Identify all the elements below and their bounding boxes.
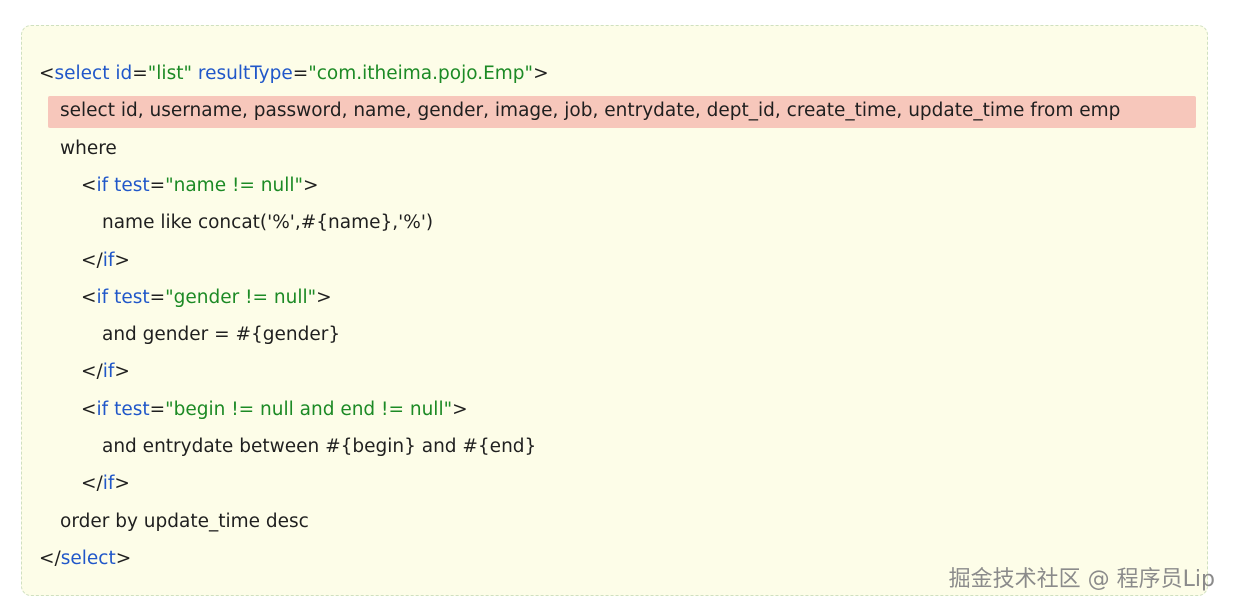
code-token-plain: >	[316, 286, 332, 308]
code-token-str: "name != null"	[165, 174, 304, 196]
code-token-plain: and entrydate between #{begin} and #{end…	[102, 436, 537, 457]
code-token-plain: and gender = #{gender}	[102, 324, 341, 346]
code-token-str: "gender != null"	[165, 286, 317, 308]
code-line: <if test="gender != null">	[81, 283, 332, 313]
code-token-plain: </	[81, 361, 103, 383]
code-token-plain: <	[39, 63, 55, 84]
code-token-plain: order by update_time desc	[60, 510, 309, 532]
code-line: order by update_time desc	[60, 507, 309, 537]
code-token-plain: =	[149, 286, 166, 308]
code-token-plain: >	[114, 361, 130, 383]
code-line: <if test="name != null">	[81, 171, 319, 201]
code-line: <select id="list" resultType="com.itheim…	[39, 59, 549, 89]
code-token-plain: =	[149, 398, 166, 420]
code-token-attr: test	[114, 174, 150, 196]
code-token-str: "list"	[147, 63, 192, 84]
code-token-plain: </	[81, 473, 103, 495]
code-token-plain: select id, username, password, name, gen…	[60, 100, 1121, 122]
code-token-plain: =	[132, 63, 148, 84]
code-token-tag: if	[96, 398, 109, 420]
code-token-plain: </	[39, 547, 61, 569]
code-token-plain: </	[81, 249, 103, 271]
code-token-plain: >	[115, 547, 132, 569]
code-line-highlighted: select id, username, password, name, gen…	[60, 96, 1120, 126]
code-token-plain: =	[292, 63, 309, 84]
code-block: <select id="list" resultType="com.itheim…	[21, 25, 1208, 596]
code-token-tag: select	[54, 63, 110, 84]
code-token-str: "com.itheima.pojo.Emp"	[308, 63, 534, 84]
code-token-plain: >	[303, 174, 319, 196]
code-line: and entrydate between #{begin} and #{end…	[102, 432, 536, 462]
code-line: </if>	[81, 246, 130, 276]
code-token-attr: test	[114, 398, 150, 420]
code-token-str: "begin != null and end != null"	[165, 398, 453, 420]
code-token-plain: >	[114, 249, 130, 271]
code-token-plain: >	[533, 63, 549, 84]
code-token-tag: if	[102, 473, 115, 495]
code-token-tag: if	[96, 174, 109, 196]
code-token-plain: =	[149, 174, 166, 196]
code-line: </if>	[81, 357, 130, 387]
code-token-tag: if	[102, 249, 115, 271]
code-token-plain: <	[81, 286, 97, 308]
code-line: name like concat('%',#{name},'%')	[102, 208, 433, 238]
code-token-attr: resultType	[197, 63, 293, 84]
code-line: <if test="begin != null and end != null"…	[81, 395, 468, 425]
code-token-plain: >	[114, 473, 130, 495]
code-token-tag: select	[60, 547, 116, 569]
code-token-plain: >	[452, 398, 468, 420]
code-token-attr: id	[115, 63, 133, 84]
code-token-plain: <	[81, 174, 97, 196]
code-token-tag: if	[102, 361, 115, 383]
code-token-attr: test	[114, 286, 150, 308]
watermark: 掘金技术社区 @ 程序员Lip	[948, 567, 1215, 592]
code-line: </if>	[81, 469, 130, 499]
code-token-plain: where	[60, 137, 117, 159]
code-line: </select>	[39, 544, 131, 574]
code-token-plain: <	[81, 398, 97, 420]
code-line: and gender = #{gender}	[102, 320, 340, 350]
code-line: where	[60, 134, 117, 164]
code-token-plain: name like concat('%',#{name},'%')	[102, 212, 434, 234]
code-token-tag: if	[96, 286, 109, 308]
